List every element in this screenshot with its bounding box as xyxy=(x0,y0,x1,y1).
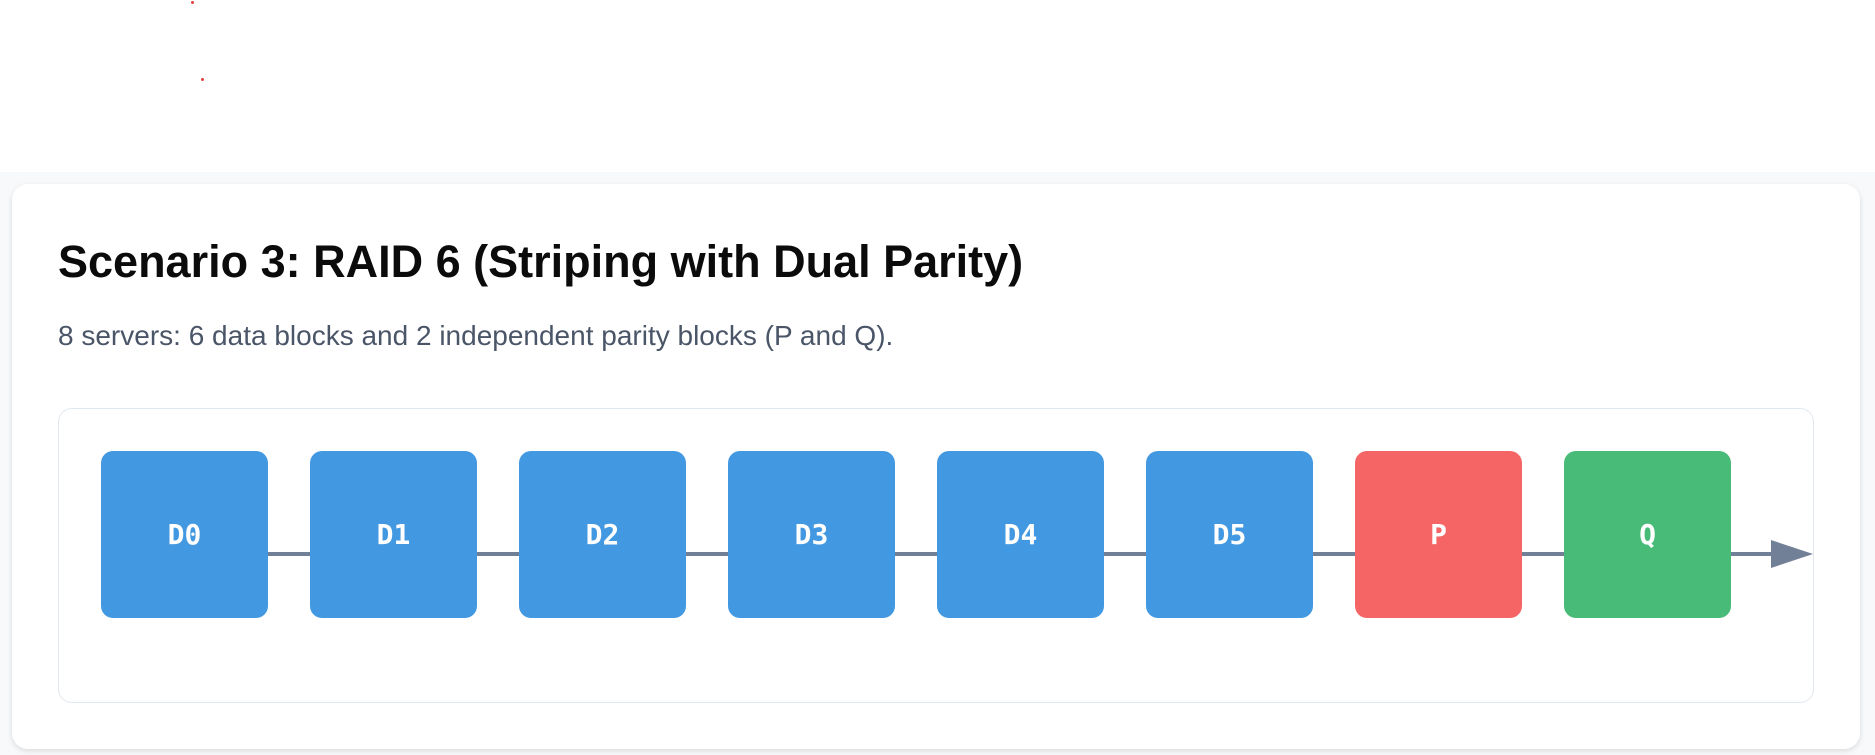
raid-diagram: D0 D1 D2 D3 D4 D5 P Q xyxy=(58,408,1814,703)
stray-dot xyxy=(191,1,194,4)
stray-dot xyxy=(201,78,204,81)
top-blank-area xyxy=(0,0,1875,172)
arrow-right-icon xyxy=(1771,540,1813,568)
block-d2: D2 xyxy=(519,451,686,618)
block-d5: D5 xyxy=(1146,451,1313,618)
block-d0: D0 xyxy=(101,451,268,618)
block-p: P xyxy=(1355,451,1522,618)
scenario-description: 8 servers: 6 data blocks and 2 independe… xyxy=(58,320,894,351)
block-d3: D3 xyxy=(728,451,895,618)
block-d1: D1 xyxy=(310,451,477,618)
block-q: Q xyxy=(1564,451,1731,618)
scenario-title: Scenario 3: RAID 6 (Striping with Dual P… xyxy=(58,236,1024,287)
scenario-card: Scenario 3: RAID 6 (Striping with Dual P… xyxy=(12,184,1860,749)
block-d4: D4 xyxy=(937,451,1104,618)
